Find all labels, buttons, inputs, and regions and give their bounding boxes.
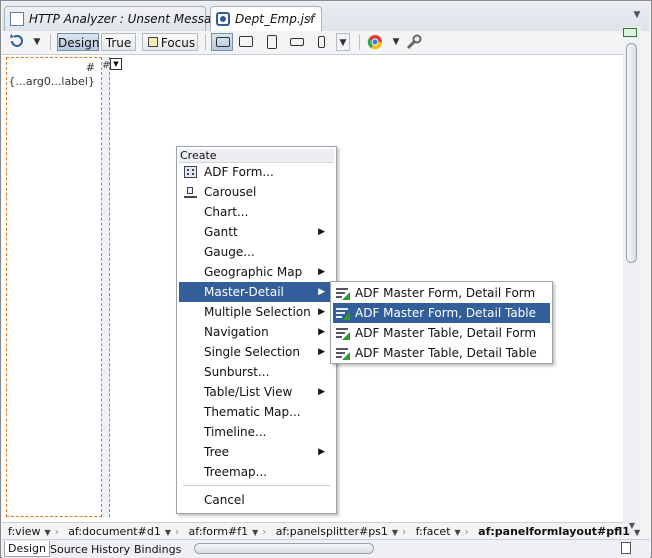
menu-item-adf-form[interactable]: ADF Form... xyxy=(179,162,334,182)
tab-bindings[interactable]: Bindings xyxy=(130,541,185,557)
breadcrumb: f:view ▼ › af:document#d1 ▼ › af:form#f1 ▼ › a… xyxy=(2,522,640,540)
menu-item-gantt[interactable]: Gantt ▶ xyxy=(179,222,334,242)
chevron-down-icon[interactable]: ▼ xyxy=(30,33,44,51)
submenu-arrow-icon: ▶ xyxy=(318,267,325,277)
master-detail-icon xyxy=(336,287,350,300)
toolbar-divider xyxy=(205,34,206,50)
submenu-arrow-icon: ▶ xyxy=(318,327,325,337)
panel-splitter[interactable]: # xyxy=(102,57,110,517)
menu-item-tree[interactable]: Tree ▶ xyxy=(179,442,334,462)
tab-strip: HTTP Analyzer : Unsent Message Dept_Emp.… xyxy=(2,2,650,32)
tab-list-dropdown-icon[interactable]: ▼ xyxy=(630,10,644,22)
tab-source[interactable]: Source xyxy=(46,541,92,557)
submenu-item-master-table-detail-form[interactable]: ADF Master Table, Detail Form xyxy=(333,323,550,343)
tablet-landscape-icon[interactable] xyxy=(235,33,257,51)
menu-item-carousel[interactable]: Carousel xyxy=(179,182,334,202)
phone-landscape-icon[interactable] xyxy=(286,33,308,51)
wrench-icon[interactable] xyxy=(405,33,427,51)
close-icon[interactable]: × xyxy=(306,7,315,31)
menu-item-gauge[interactable]: Gauge... xyxy=(179,242,334,262)
tab-label: Dept_Emp.jsf xyxy=(235,12,315,26)
vertical-scrollbar[interactable]: ▼ xyxy=(623,27,641,537)
vertical-scroll-thumb[interactable] xyxy=(626,43,637,263)
design-mode-button[interactable]: Design xyxy=(57,33,99,51)
tab-history[interactable]: History xyxy=(87,541,134,557)
editor-toolbar: ▼ Design True Focus ▼ ▼ xyxy=(2,31,650,53)
focus-label: Focus xyxy=(160,36,196,50)
submenu-arrow-icon: ▶ xyxy=(318,287,325,297)
tablet-portrait-icon[interactable] xyxy=(261,33,283,51)
menu-item-treemap[interactable]: Treemap... xyxy=(179,462,334,482)
refresh-icon[interactable] xyxy=(8,33,28,51)
horizontal-scroll-thumb[interactable] xyxy=(194,543,374,554)
tab-design[interactable]: Design xyxy=(4,541,50,557)
jsf-page-icon xyxy=(216,12,230,26)
chevron-down-icon[interactable]: ▼ xyxy=(389,33,403,51)
submenu-item-master-form-detail-form[interactable]: ADF Master Form, Detail Form xyxy=(333,283,550,303)
facet-dropdown-icon[interactable]: ▼ xyxy=(110,58,122,70)
horizontal-scrollbar[interactable] xyxy=(182,542,612,555)
menu-item-master-detail[interactable]: Master-Detail ▶ xyxy=(179,282,334,302)
master-detail-icon xyxy=(336,327,350,340)
focus-icon xyxy=(148,37,158,47)
panel-hash-label: # xyxy=(85,61,95,74)
menu-item-cancel[interactable]: Cancel xyxy=(179,490,334,510)
submenu-arrow-icon: ▶ xyxy=(318,347,325,357)
carousel-icon xyxy=(184,186,197,198)
panel-binding-label: {...arg0...label} xyxy=(8,75,95,88)
create-context-menu: Create ADF Form... Carousel Chart... Gan… xyxy=(176,146,337,514)
submenu-arrow-icon: ▶ xyxy=(318,447,325,457)
submenu-item-master-table-detail-table[interactable]: ADF Master Table, Detail Table xyxy=(333,343,550,363)
panel-form-layout[interactable]: # {...arg0...label} xyxy=(6,57,102,517)
menu-item-chart[interactable]: Chart... xyxy=(179,202,334,222)
submenu-arrow-icon: ▶ xyxy=(318,307,325,317)
master-detail-icon xyxy=(336,307,350,320)
tab-dept-emp[interactable]: Dept_Emp.jsf × xyxy=(210,6,322,32)
split-editor-icon[interactable] xyxy=(621,542,631,554)
focus-button[interactable]: Focus xyxy=(142,33,198,51)
submenu-arrow-icon: ▶ xyxy=(318,227,325,237)
toolbar-divider xyxy=(50,34,51,50)
menu-divider xyxy=(183,485,330,486)
menu-item-timeline[interactable]: Timeline... xyxy=(179,422,334,442)
form-icon xyxy=(184,166,197,178)
menu-item-table-list-view[interactable]: Table/List View ▶ xyxy=(179,382,334,402)
editor-bottom-tabs: Design Source History Bindings xyxy=(2,539,650,558)
menu-item-single-selection[interactable]: Single Selection ▶ xyxy=(179,342,334,362)
http-analyzer-icon xyxy=(10,12,24,26)
submenu-item-master-form-detail-table[interactable]: ADF Master Form, Detail Table xyxy=(333,303,550,323)
desktop-icon[interactable] xyxy=(211,33,233,51)
menu-item-multiple-selection[interactable]: Multiple Selection ▶ xyxy=(179,302,334,322)
menu-item-thematic-map[interactable]: Thematic Map... xyxy=(179,402,334,422)
tab-http-analyzer[interactable]: HTTP Analyzer : Unsent Message xyxy=(4,6,226,31)
true-mode-button[interactable]: True xyxy=(101,33,136,51)
tab-label: HTTP Analyzer : Unsent Message xyxy=(29,12,227,26)
submenu-arrow-icon: ▶ xyxy=(318,387,325,397)
menu-header: Create xyxy=(179,149,334,163)
phone-portrait-icon[interactable] xyxy=(311,33,333,51)
overview-icon[interactable] xyxy=(623,28,637,37)
chrome-icon[interactable] xyxy=(366,33,388,51)
toolbar-divider xyxy=(359,34,360,50)
master-detail-submenu: ADF Master Form, Detail Form ADF Master … xyxy=(330,281,553,364)
chevron-down-icon[interactable]: ▼ xyxy=(336,33,350,51)
menu-item-navigation[interactable]: Navigation ▶ xyxy=(179,322,334,342)
menu-item-sunburst[interactable]: Sunburst... xyxy=(179,362,334,382)
menu-item-geographic-map[interactable]: Geographic Map ▶ xyxy=(179,262,334,282)
master-detail-icon xyxy=(336,347,350,360)
